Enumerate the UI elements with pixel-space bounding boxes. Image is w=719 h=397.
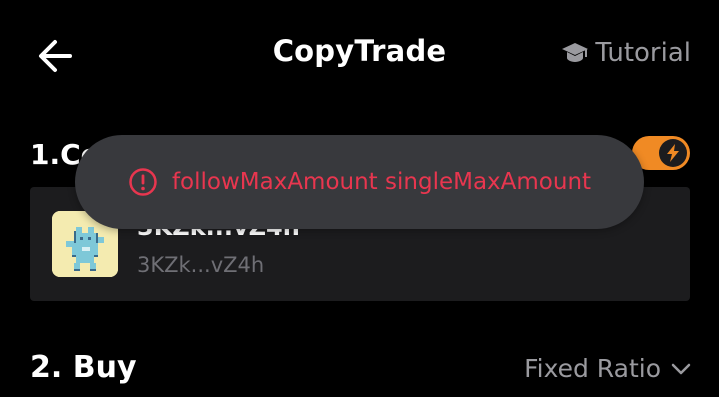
tutorial-link[interactable]: Tutorial bbox=[561, 38, 691, 68]
toast-message: followMaxAmount singleMaxAmount bbox=[171, 169, 592, 195]
lightning-icon bbox=[667, 144, 679, 162]
tutorial-label: Tutorial bbox=[595, 38, 691, 68]
graduation-cap-icon bbox=[562, 43, 589, 62]
toggle-knob bbox=[659, 139, 687, 167]
error-circle-icon bbox=[129, 168, 157, 196]
copytrade-screen: CopyTrade Tutorial 1.Co 3KZk...vZ4h 2. B… bbox=[0, 0, 719, 397]
chevron-down-icon bbox=[671, 363, 691, 374]
buy-mode-dropdown[interactable]: Fixed Ratio bbox=[524, 354, 691, 383]
section2-label: 2. Buy bbox=[30, 350, 137, 385]
trader-address: 3KZk...vZ4h bbox=[137, 253, 265, 277]
error-toast: followMaxAmount singleMaxAmount bbox=[75, 135, 644, 229]
buy-mode-label: Fixed Ratio bbox=[524, 354, 661, 383]
